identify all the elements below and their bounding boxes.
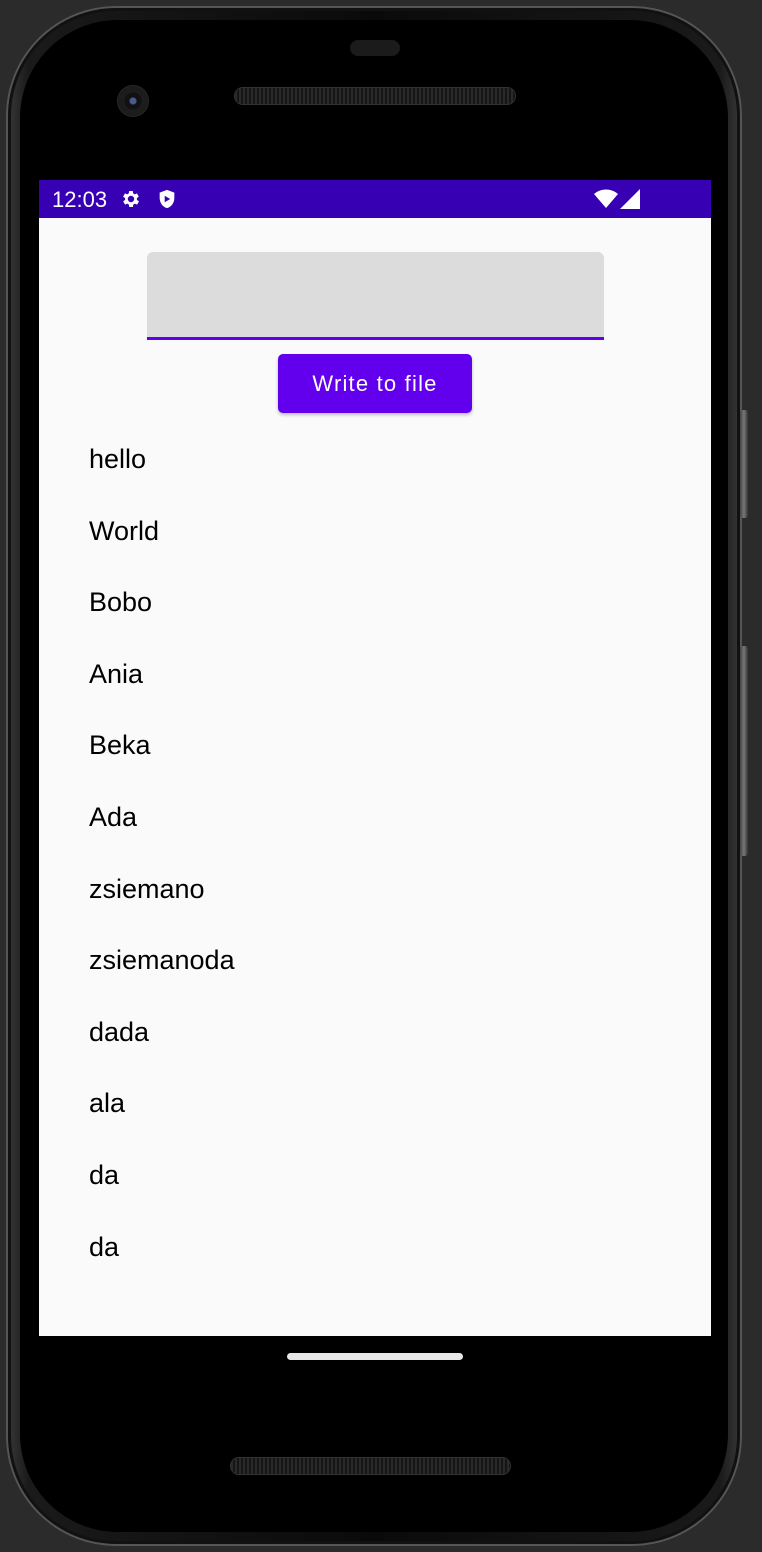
- gesture-navigation-bar[interactable]: [287, 1353, 463, 1360]
- list-item: zsiemano: [89, 873, 205, 904]
- list-item: zsiemanoda: [89, 945, 235, 976]
- list-item: hello: [89, 444, 147, 474]
- write-to-file-button[interactable]: Write to file: [278, 354, 472, 413]
- front-camera-icon: [118, 86, 148, 116]
- wifi-icon: [594, 189, 618, 208]
- file-lines-list: hello World Bobo Ania Beka Ada zsiemano …: [89, 424, 235, 1283]
- power-button: [740, 410, 748, 518]
- status-time: 12:03: [52, 187, 108, 212]
- list-item: Ania: [89, 658, 144, 689]
- list-item: dada: [89, 1016, 150, 1047]
- cell-signal-icon: [620, 189, 640, 209]
- app-screen: 12:03 Write to file hello World Bobo Ani…: [39, 180, 711, 1336]
- bottom-speaker-grille: [231, 1458, 510, 1474]
- list-item: ala: [89, 1088, 126, 1119]
- list-item: da: [89, 1159, 120, 1190]
- list-item: Beka: [89, 730, 151, 761]
- text-input-field[interactable]: [147, 252, 604, 340]
- proximity-sensor: [350, 40, 400, 56]
- volume-button: [740, 646, 748, 856]
- list-item: Bobo: [89, 587, 153, 618]
- list-item: da: [89, 1231, 120, 1262]
- settings-icon: [123, 191, 139, 207]
- status-bar: 12:03: [39, 180, 711, 218]
- top-speaker-grille: [235, 88, 515, 104]
- list-item: Ada: [89, 801, 138, 832]
- list-item: World: [89, 515, 160, 546]
- shield-icon: [159, 189, 175, 209]
